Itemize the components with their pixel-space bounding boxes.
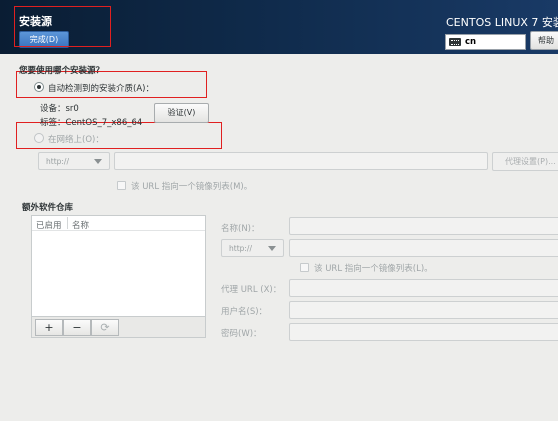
- network-label: 在网络上(O)：: [48, 135, 104, 145]
- col-header-name[interactable]: 名称: [72, 219, 89, 231]
- auto-detect-radio[interactable]: [34, 82, 44, 92]
- repo-url-input[interactable]: [289, 239, 558, 257]
- add-repo-button[interactable]: +: [35, 319, 63, 336]
- source-question: 您要使用哪个安装源？: [19, 66, 105, 76]
- username-label: 用户名(S)：: [221, 307, 268, 317]
- help-button[interactable]: 帮助: [530, 31, 558, 50]
- network-url-input[interactable]: [114, 152, 488, 170]
- network-radio[interactable]: [34, 133, 44, 143]
- repo-list-header: 已启用 名称: [32, 216, 205, 231]
- device-info: 设备：sr0: [40, 104, 79, 114]
- column-divider: [67, 217, 68, 229]
- repo-name-input[interactable]: [289, 217, 558, 235]
- repo-protocol-value: http://: [229, 244, 252, 253]
- refresh-repo-button[interactable]: ⟳: [91, 319, 119, 336]
- keyboard-layout-label: cn: [465, 37, 477, 47]
- chevron-down-icon: [268, 246, 276, 251]
- repo-mirror-checkbox[interactable]: [300, 263, 309, 272]
- mirror-list-checkbox[interactable]: [117, 181, 126, 190]
- password-input[interactable]: [289, 323, 558, 341]
- remove-repo-button[interactable]: −: [63, 319, 91, 336]
- product-title: CENTOS LINUX 7 安装: [446, 16, 558, 29]
- repo-name-label: 名称(N)：: [221, 224, 260, 234]
- media-label-info: 标签：CentOS_7_x86_64: [40, 118, 143, 128]
- network-protocol-value: http://: [46, 157, 69, 166]
- additional-repos-title: 额外软件仓库: [22, 203, 74, 213]
- highlight-box-title: [14, 6, 111, 47]
- auto-detect-label: 自动检测到的安装介质(A)：: [48, 84, 154, 94]
- chevron-down-icon: [94, 159, 102, 164]
- verify-button[interactable]: 验证(V): [154, 103, 209, 123]
- repo-mirror-label: 该 URL 指向一个镜像列表(L)。: [314, 264, 433, 274]
- mirror-list-label: 该 URL 指向一个镜像列表(M)。: [131, 182, 253, 192]
- repo-protocol-select[interactable]: http://: [221, 239, 284, 257]
- repo-toolbar: + − ⟳: [31, 316, 206, 338]
- password-label: 密码(W)：: [221, 329, 262, 339]
- proxy-url-label: 代理 URL (X)：: [221, 285, 282, 295]
- network-protocol-select[interactable]: http://: [38, 152, 110, 170]
- keyboard-layout-indicator[interactable]: cn: [445, 34, 526, 50]
- keyboard-icon: [449, 38, 461, 46]
- proxy-url-input[interactable]: [289, 279, 558, 297]
- col-header-enabled[interactable]: 已启用: [36, 219, 62, 231]
- username-input[interactable]: [289, 301, 558, 319]
- proxy-settings-button[interactable]: 代理设置(P)...: [492, 152, 558, 171]
